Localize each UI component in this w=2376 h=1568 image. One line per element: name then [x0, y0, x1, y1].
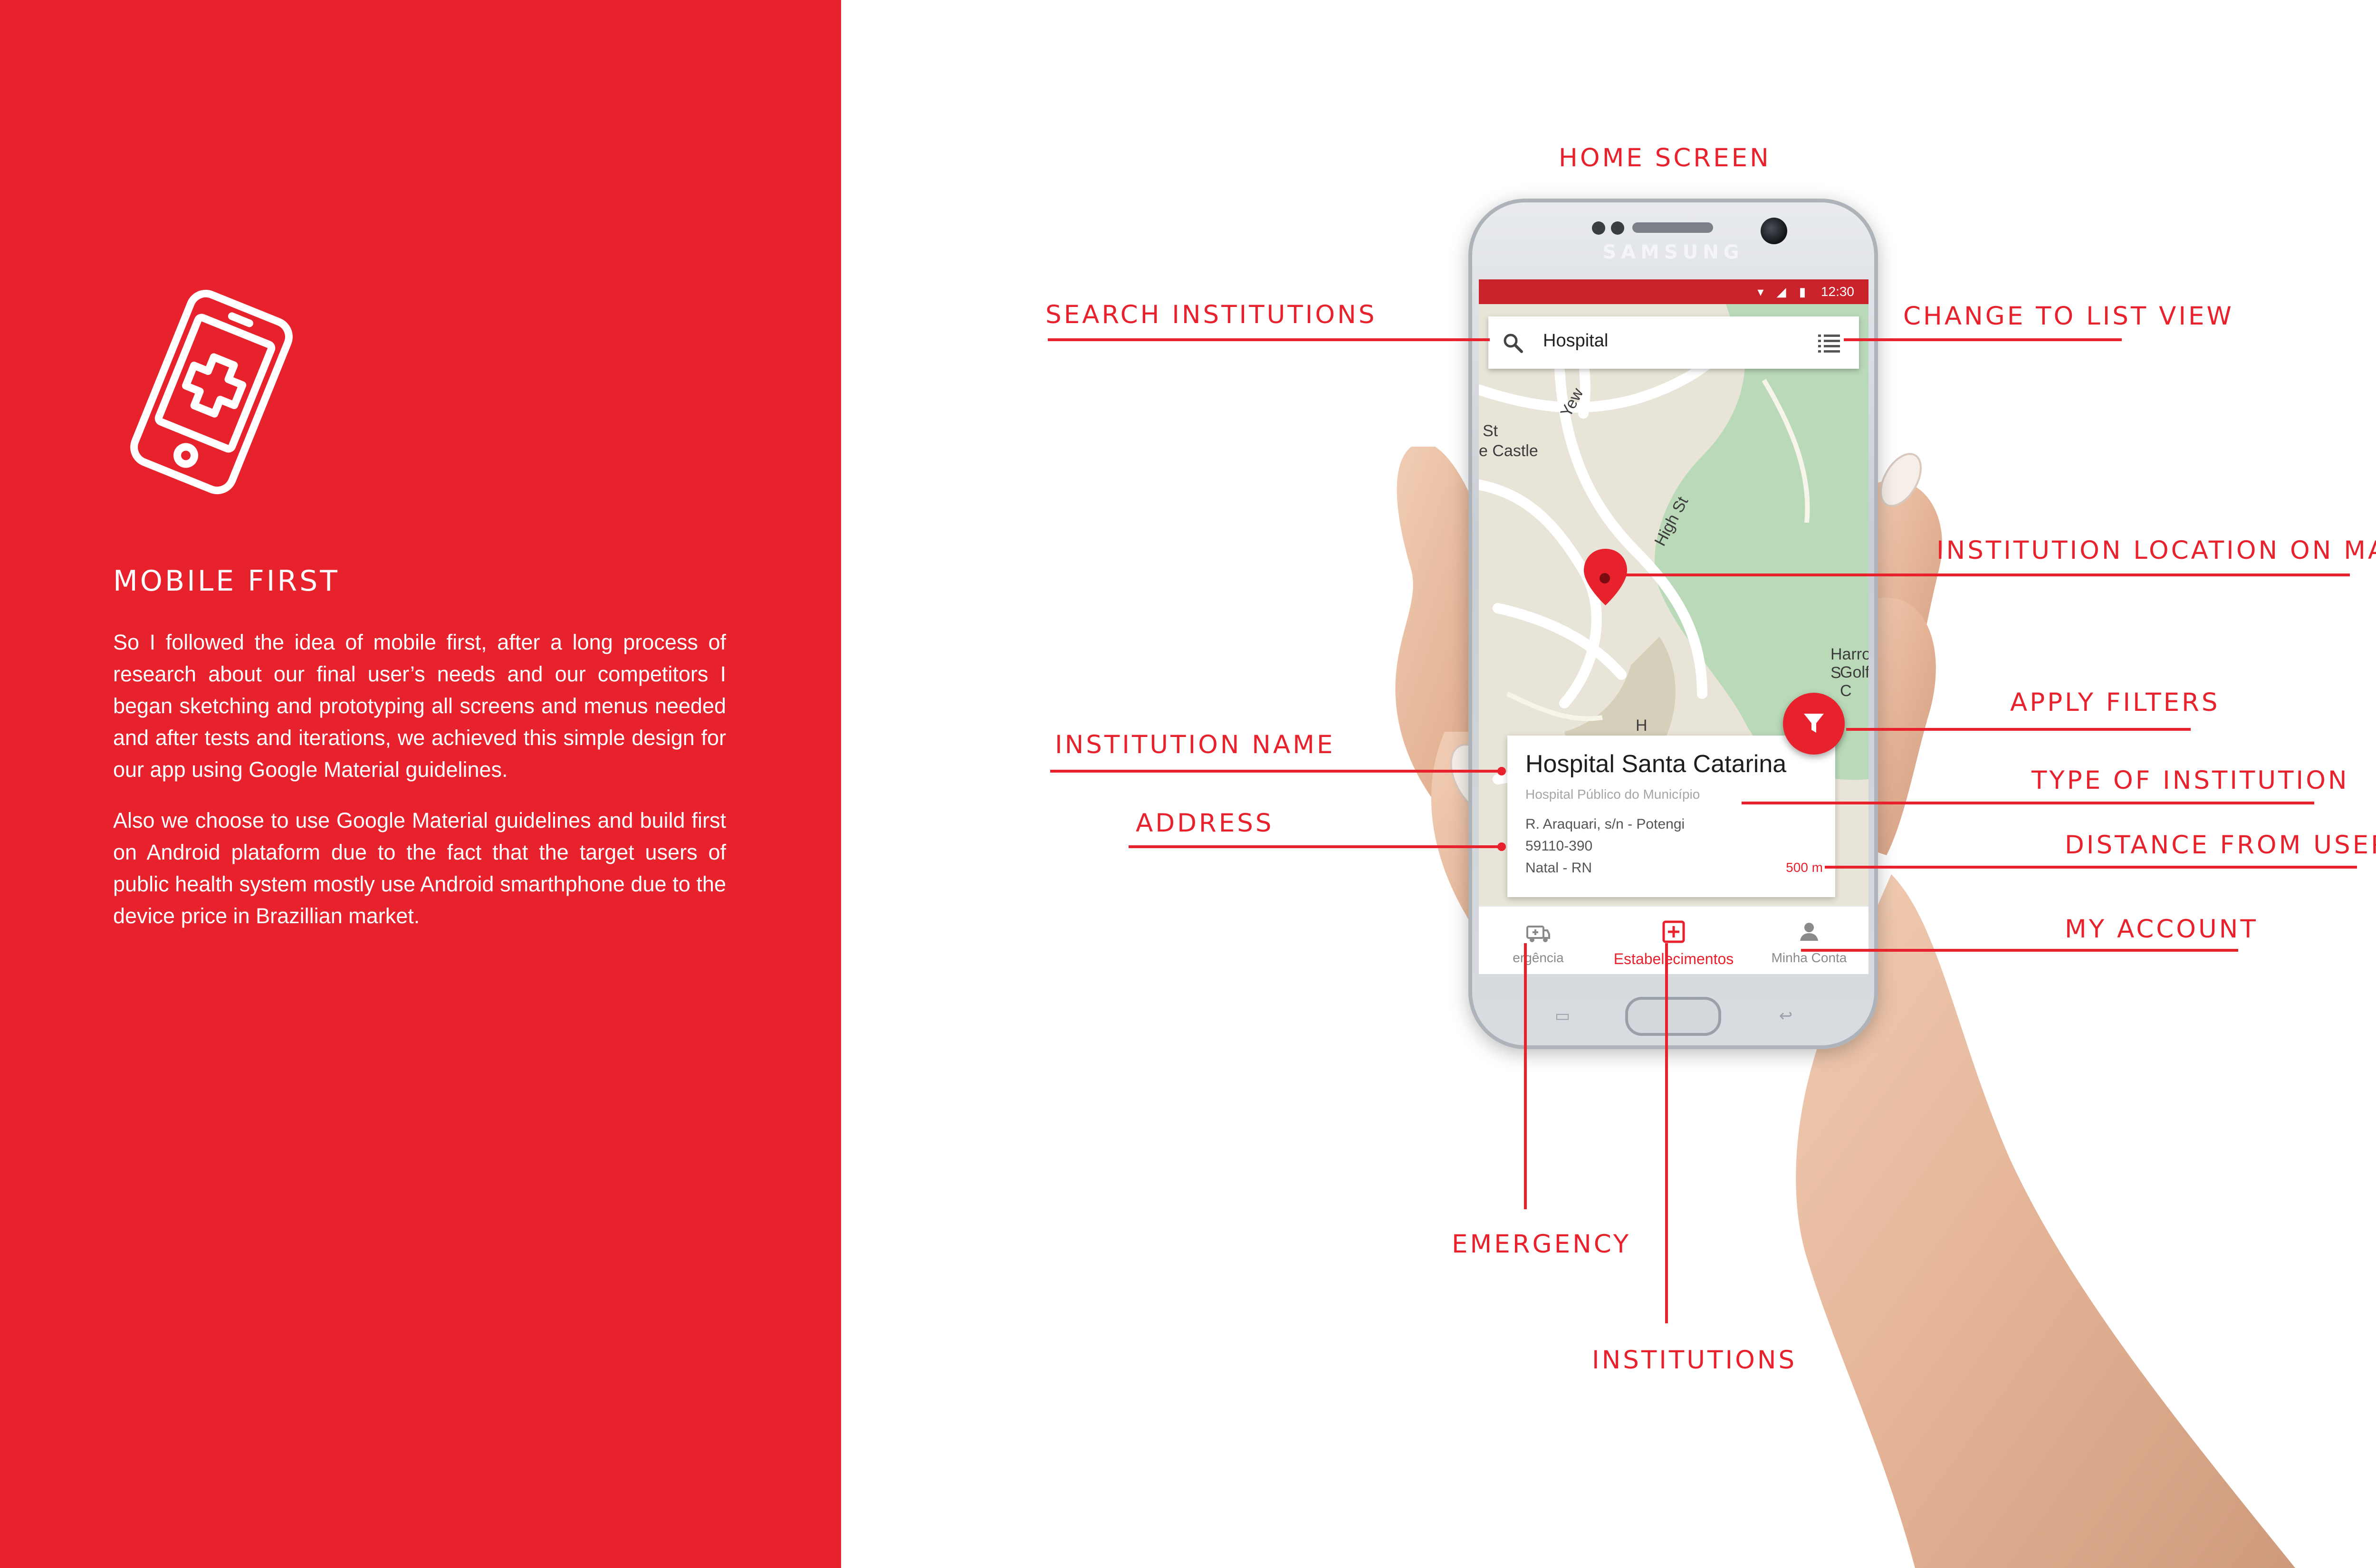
callout-institution-location: INSTITUTION LOCATION ON MAP — [1936, 536, 2376, 565]
callout-distance-from-user: DISTANCE FROM USER — [2065, 831, 2376, 860]
panel-paragraph-2: Also we choose to use Google Material gu… — [113, 808, 726, 928]
institution-type: Hospital Público do Município — [1525, 787, 1700, 802]
callout-my-account: MY ACCOUNT — [2065, 915, 2258, 944]
phone-brand: SAMSUNG — [1602, 241, 1744, 263]
map-street-label: St — [1483, 422, 1498, 440]
bottom-navigation: ergência Estabelecimentos Minha Conta — [1479, 906, 1868, 974]
home-button[interactable] — [1625, 997, 1721, 1036]
map-street-label: H — [1636, 717, 1648, 735]
institution-name: Hospital Santa Catarina — [1525, 750, 1787, 778]
plus-box-icon — [1662, 920, 1685, 943]
nav-label-account: Minha Conta — [1771, 950, 1847, 965]
recent-apps-icon[interactable]: ▭ — [1549, 1006, 1576, 1025]
callout-institution-name: INSTITUTION NAME — [1055, 730, 1335, 759]
slide: MOBILE FIRST So I followed the idea of m… — [0, 0, 2376, 1568]
ambulance-icon — [1526, 926, 1550, 942]
institution-card[interactable]: Hospital Santa Catarina Hospital Público… — [1507, 736, 1835, 897]
status-time: 12:30 — [1820, 284, 1854, 299]
front-camera-icon — [1761, 218, 1787, 244]
search-bar[interactable]: Hospital — [1488, 316, 1859, 369]
nav-item-institutions[interactable]: Estabelecimentos — [1598, 907, 1750, 974]
mobile-health-cross-icon — [130, 289, 293, 495]
search-icon[interactable] — [1503, 333, 1523, 354]
filter-button[interactable] — [1783, 693, 1845, 755]
red-info-panel: MOBILE FIRST So I followed the idea of m… — [0, 0, 841, 1568]
callout-type-of-institution: TYPE OF INSTITUTION — [2031, 766, 2349, 795]
back-icon[interactable]: ↩ — [1772, 1006, 1799, 1025]
speaker-grille — [1632, 222, 1713, 233]
nav-label-institutions: Estabelecimentos — [1613, 950, 1734, 967]
status-bar: ▾ ◢ ▮ 12:30 — [1479, 279, 1868, 304]
filter-icon — [1804, 714, 1824, 733]
status-icons: ▾ ◢ ▮ — [1757, 285, 1811, 299]
callout-institutions: INSTITUTIONS — [1592, 1346, 1797, 1375]
list-view-icon[interactable] — [1818, 334, 1840, 353]
callout-address: ADDRESS — [1136, 809, 1274, 838]
distance-label: 500 m — [1786, 860, 1823, 875]
nav-item-emergency[interactable]: ergência — [1479, 907, 1598, 974]
callout-change-to-list-view: CHANGE TO LIST VIEW — [1903, 302, 2234, 331]
app-screen: St e Castle Yew High St Harrow S Golf C … — [1479, 279, 1868, 974]
callout-apply-filters: APPLY FILTERS — [2010, 688, 2220, 717]
sensor-icon — [1611, 221, 1624, 235]
callout-emergency: EMERGENCY — [1452, 1230, 1631, 1259]
panel-heading: MOBILE FIRST — [113, 564, 340, 598]
address-line: Natal - RN — [1525, 860, 1592, 876]
callout-home-screen: HOME SCREEN — [1559, 143, 1771, 172]
callout-search-institutions: SEARCH INSTITUTIONS — [1045, 300, 1377, 329]
panel-paragraph-1: So I followed the idea of mobile first, … — [113, 630, 726, 782]
map-place-label: e Castle — [1479, 442, 1538, 460]
address-line: R. Araquari, s/n - Potengi — [1525, 816, 1685, 832]
nav-item-account[interactable]: Minha Conta — [1750, 907, 1868, 974]
sensor-icon — [1592, 221, 1605, 235]
search-input[interactable]: Hospital — [1543, 331, 1608, 351]
person-icon — [1800, 923, 1818, 941]
address-line: 59110-390 — [1525, 838, 1593, 854]
nav-label-emergency: ergência — [1513, 950, 1564, 965]
